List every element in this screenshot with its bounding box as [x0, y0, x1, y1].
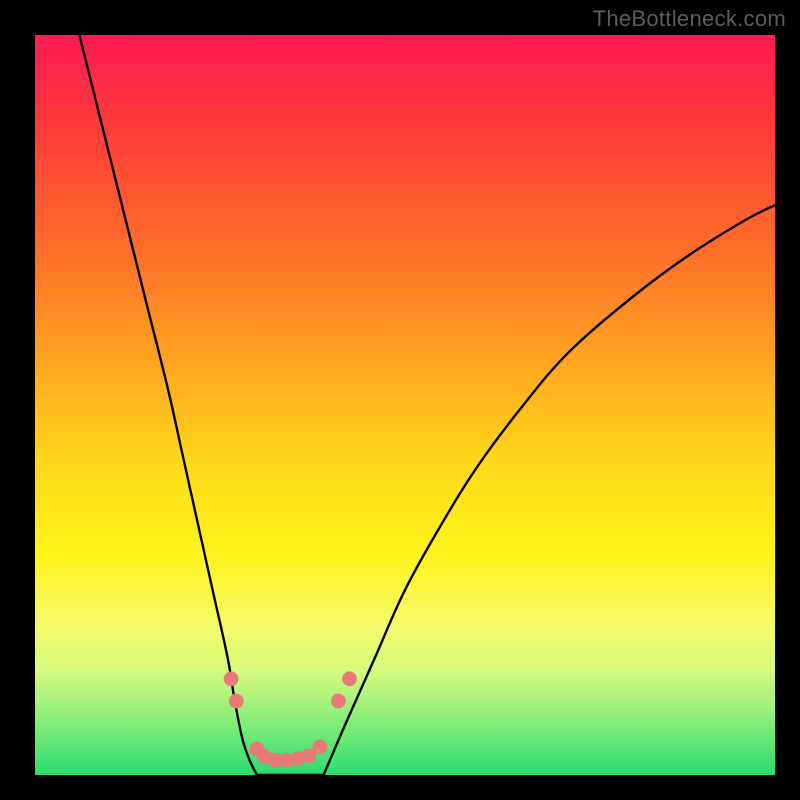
data-marker: [342, 671, 357, 686]
data-marker: [313, 739, 328, 754]
bottleneck-curve: [35, 35, 775, 775]
plot-area: [35, 35, 775, 775]
marker-group: [224, 671, 357, 767]
data-marker: [229, 694, 244, 709]
watermark-text: TheBottleneck.com: [593, 6, 786, 32]
data-marker: [331, 694, 346, 709]
curve-path: [79, 35, 775, 779]
chart-frame: TheBottleneck.com: [0, 0, 800, 800]
data-marker: [224, 671, 239, 686]
